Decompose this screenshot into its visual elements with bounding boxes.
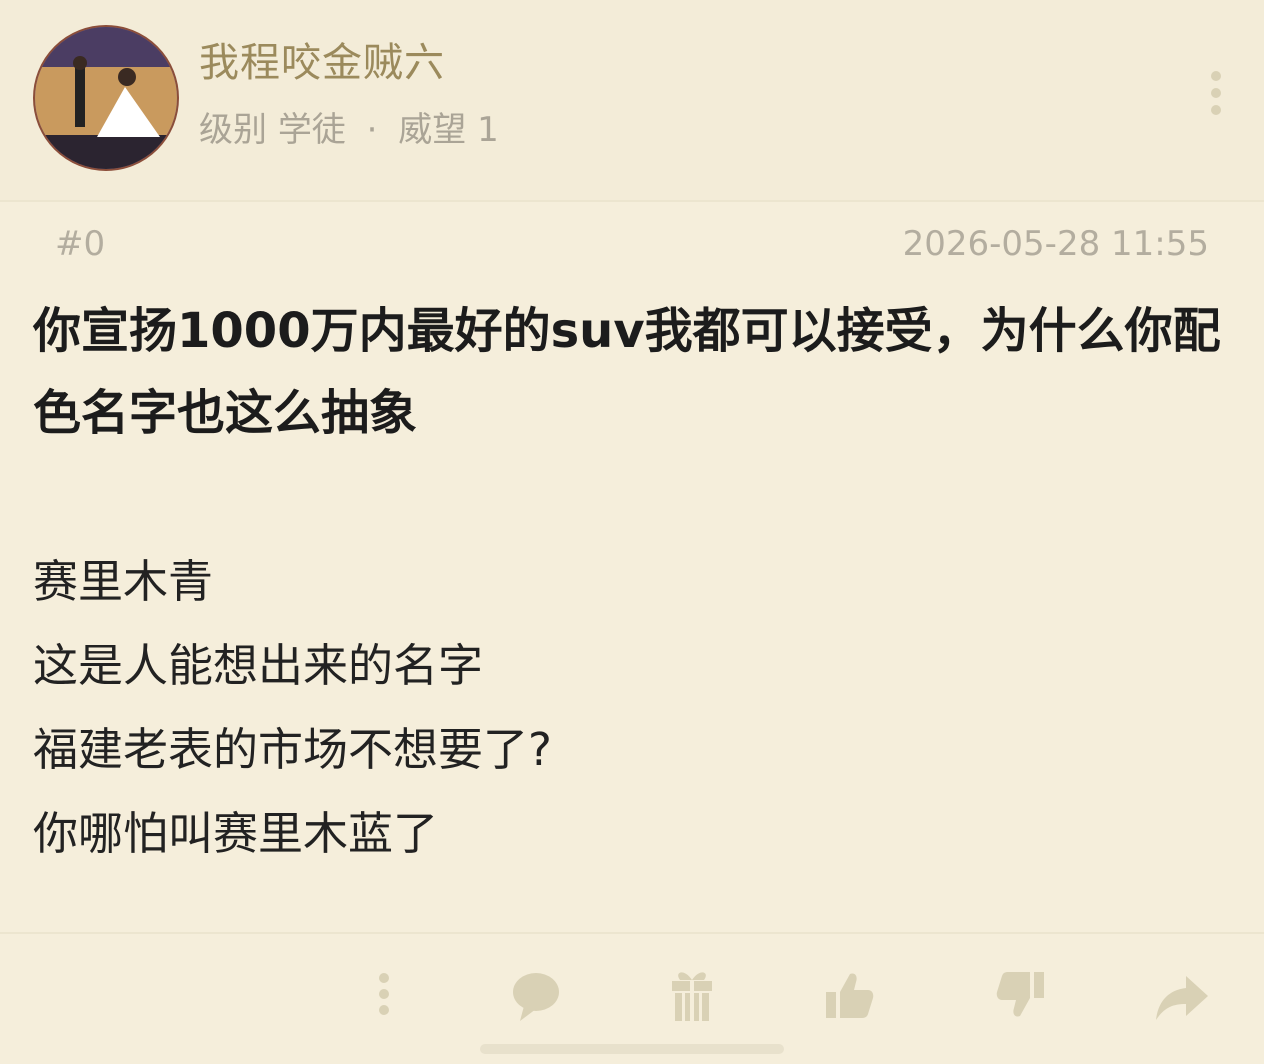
gift-icon[interactable] xyxy=(662,966,722,1026)
comment-icon[interactable] xyxy=(506,966,566,1026)
post-timestamp: 2026-05-28 11:55 xyxy=(902,224,1209,264)
level-label: 级别 xyxy=(199,110,267,150)
home-indicator[interactable] xyxy=(480,1044,784,1054)
content-line: 福建老表的市场不想要了? xyxy=(33,723,552,776)
thumbs-up-icon[interactable] xyxy=(818,966,878,1026)
content-line: 这是人能想出来的名字 xyxy=(33,639,484,692)
content-line: 赛里木青 xyxy=(33,555,214,608)
post-title: 你宣扬1000万内最好的suv我都可以接受，为什么你配色名字也这么抽象 xyxy=(33,303,1221,441)
user-meta: 级别 学徒 · 威望 1 xyxy=(199,102,499,151)
author-header: 我程咬金贼六 级别 学徒 · 威望 1 xyxy=(0,0,1264,200)
share-icon[interactable] xyxy=(1152,966,1212,1026)
username[interactable]: 我程咬金贼六 xyxy=(199,30,445,88)
avatar-image xyxy=(35,27,177,169)
action-divider xyxy=(0,932,1264,934)
level-value: 学徒 xyxy=(277,110,346,150)
prestige-value: 1 xyxy=(477,110,499,150)
more-vertical-icon[interactable] xyxy=(354,966,414,1026)
thumbs-down-icon[interactable] xyxy=(992,966,1052,1026)
post-content: 赛里木青 这是人能想出来的名字 福建老表的市场不想要了? 你哪怕叫赛里木蓝了 xyxy=(33,540,1233,876)
header-divider xyxy=(0,200,1264,202)
meta-separator: · xyxy=(366,110,378,150)
floor-number: #0 xyxy=(55,224,106,264)
more-options-icon[interactable] xyxy=(1200,68,1232,118)
post-page: 我程咬金贼六 级别 学徒 · 威望 1 #0 2026-05-28 11:55 … xyxy=(0,0,1264,1064)
user-avatar[interactable] xyxy=(33,25,179,171)
content-line: 你哪怕叫赛里木蓝了 xyxy=(33,807,439,860)
prestige-label: 威望 xyxy=(398,110,467,150)
